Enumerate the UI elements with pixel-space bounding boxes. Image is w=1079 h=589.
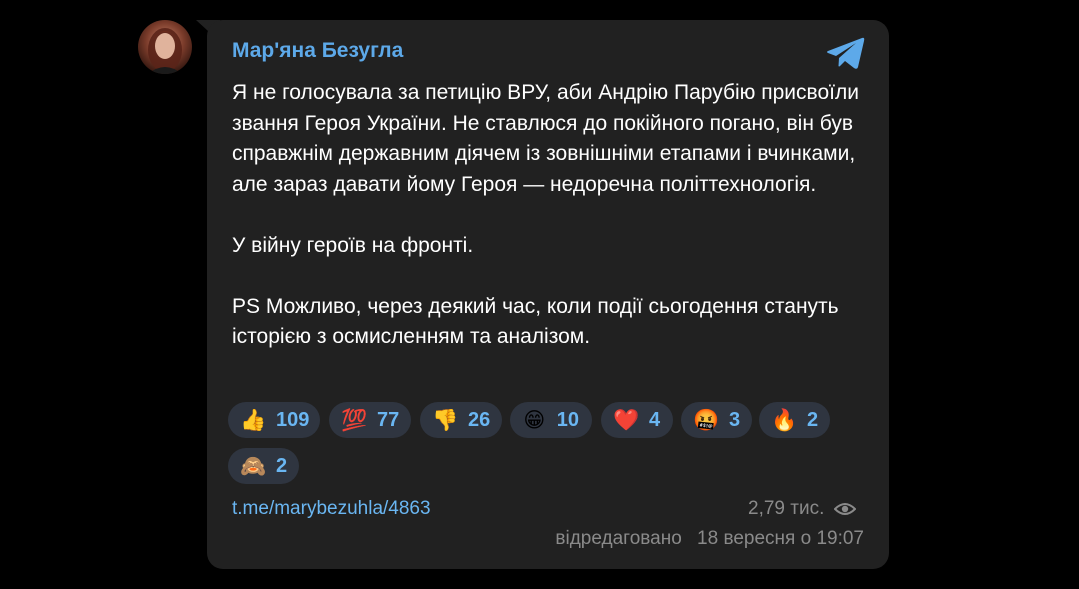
author-name[interactable]: Мар'яна Безугла [232, 38, 403, 64]
paragraph: У війну героїв на фронті. [232, 233, 474, 257]
paragraph: Я не голосувала за петицію ВРУ, аби Андр… [232, 81, 859, 196]
fire-icon: 🔥 [771, 408, 798, 432]
reaction-hundred[interactable]: 💯 77 [329, 402, 411, 438]
reaction-thumbs-up[interactable]: 👍 109 [228, 402, 320, 438]
reaction-count: 10 [556, 408, 579, 431]
views-label: 2,79 тис. [748, 498, 825, 519]
edited-timestamp: відредаговано 18 вересня о 19:07 [555, 528, 864, 550]
reaction-count: 109 [276, 408, 310, 431]
paragraph: PS Можливо, через деякий час, коли події… [232, 294, 839, 349]
reaction-count: 26 [468, 408, 491, 431]
message-text: Я не голосувала за петицію ВРУ, аби Андр… [232, 78, 872, 353]
reaction-count: 77 [377, 408, 400, 431]
reaction-count: 2 [807, 408, 819, 431]
thumbs-up-icon: 👍 [240, 408, 267, 432]
post-link[interactable]: t.me/marybezuhla/4863 [232, 498, 431, 520]
view-count: 2,79 тис. [748, 498, 857, 520]
telegram-logo-icon[interactable] [826, 36, 866, 70]
grinning-face-icon: 😁 [523, 408, 546, 432]
reaction-count: 2 [276, 454, 288, 477]
reaction-count: 3 [729, 408, 741, 431]
reaction-grin[interactable]: 😁 10 [510, 402, 592, 438]
reaction-see-no-evil[interactable]: 🙈 2 [228, 448, 299, 484]
author-avatar[interactable] [138, 20, 192, 74]
thumbs-down-icon: 👎 [432, 408, 459, 432]
reaction-fire[interactable]: 🔥 2 [759, 402, 830, 438]
reaction-count: 4 [649, 408, 661, 431]
hundred-points-icon: 💯 [341, 408, 368, 432]
reaction-swearing[interactable]: 🤬 3 [681, 402, 752, 438]
reaction-thumbs-down[interactable]: 👎 26 [420, 402, 502, 438]
eye-icon [834, 503, 857, 515]
avatar-portrait [148, 28, 182, 74]
face-with-symbols-icon: 🤬 [693, 408, 720, 432]
edited-label: відредаговано [555, 528, 682, 549]
see-no-evil-monkey-icon: 🙈 [240, 454, 267, 478]
timestamp: 18 вересня о 19:07 [697, 528, 864, 549]
red-heart-icon: ❤️ [613, 408, 640, 432]
reaction-heart[interactable]: ❤️ 4 [601, 402, 673, 438]
